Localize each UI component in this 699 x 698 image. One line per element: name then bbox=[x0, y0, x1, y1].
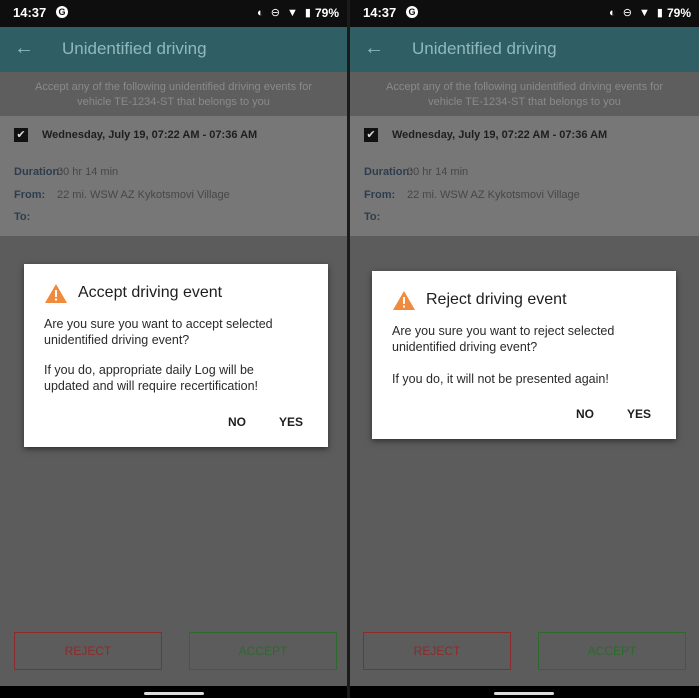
status-bar: 14:37 G ◐ ⊖ ▼ ▮ 79% bbox=[0, 0, 347, 27]
dialog-message-line2: unidentified driving event? bbox=[44, 333, 190, 347]
no-button[interactable]: NO bbox=[228, 415, 246, 429]
yes-button[interactable]: YES bbox=[279, 415, 303, 429]
from-label: From: bbox=[364, 189, 396, 201]
from-value: 22 mi. WSW AZ Kykotsmovi Village bbox=[407, 189, 580, 201]
from-label: From: bbox=[14, 189, 46, 201]
event-card[interactable]: ✔ Wednesday, July 19, 07:22 AM - 07:36 A… bbox=[0, 116, 347, 236]
reject-button[interactable]: REJECT bbox=[14, 632, 162, 670]
dialog-note-line2: updated and will require recertification… bbox=[44, 379, 259, 393]
right-screen: 14:37 G ◐ ⊖ ▼ ▮ 79% ← Unidentified drivi… bbox=[350, 0, 699, 698]
page-title: Unidentified driving bbox=[412, 39, 557, 58]
banner-line2: vehicle TE-1234-ST that belongs to you bbox=[77, 96, 270, 108]
dialog-message-line1: Are you sure you want to accept selected bbox=[44, 317, 273, 331]
dialog-message-line2: unidentified driving event? bbox=[392, 340, 538, 354]
dialog-message: Are you sure you want to reject selected… bbox=[392, 323, 614, 355]
to-label: To: bbox=[364, 211, 381, 223]
home-gesture-bar[interactable] bbox=[144, 692, 204, 695]
duration-value: 00 hr 14 min bbox=[57, 166, 119, 178]
event-card[interactable]: ✔ Wednesday, July 19, 07:22 AM - 07:36 A… bbox=[350, 116, 699, 236]
home-gesture-bar[interactable] bbox=[494, 692, 554, 695]
google-icon: G bbox=[56, 6, 68, 18]
banner-line1: Accept any of the following unidentified… bbox=[386, 81, 663, 93]
accept-button[interactable]: ACCEPT bbox=[538, 632, 686, 670]
dialog-title: Reject driving event bbox=[426, 291, 567, 308]
event-date: Wednesday, July 19, 07:22 AM - 07:36 AM bbox=[42, 129, 258, 141]
banner-line1: Accept any of the following unidentified… bbox=[35, 81, 312, 93]
no-button[interactable]: NO bbox=[576, 407, 594, 421]
to-label: To: bbox=[14, 211, 31, 223]
from-value: 22 mi. WSW AZ Kykotsmovi Village bbox=[57, 189, 230, 201]
yes-button[interactable]: YES bbox=[627, 407, 651, 421]
back-arrow-icon[interactable]: ← bbox=[364, 37, 384, 60]
page-title: Unidentified driving bbox=[62, 39, 207, 58]
status-time: 14:37 bbox=[13, 5, 47, 20]
event-checkbox[interactable]: ✔ bbox=[364, 128, 378, 142]
duration-label: Duration: bbox=[14, 166, 63, 178]
dialog-message: Are you sure you want to accept selected… bbox=[44, 316, 273, 348]
dialog-title: Accept driving event bbox=[78, 284, 223, 301]
battery-level: 79% bbox=[314, 6, 339, 20]
dialog-note-line1: If you do, appropriate daily Log will be bbox=[44, 363, 254, 377]
warning-icon bbox=[393, 291, 415, 310]
event-date: Wednesday, July 19, 07:22 AM - 07:36 AM bbox=[392, 129, 608, 141]
duration-label: Duration: bbox=[364, 166, 413, 178]
banner-line2: vehicle TE-1234-ST that belongs to you bbox=[428, 96, 621, 108]
battery-level: 79% bbox=[666, 6, 691, 20]
status-bar: 14:37 G ◐ ⊖ ▼ ▮ 79% bbox=[350, 0, 699, 27]
app-bar: ← Unidentified driving bbox=[350, 27, 699, 72]
app-bar: ← Unidentified driving bbox=[0, 27, 347, 72]
status-time: 14:37 bbox=[363, 5, 397, 20]
left-screen: 14:37 G ◐ ⊖ ▼ ▮ 79% ← Unidentified drivi… bbox=[0, 0, 347, 698]
instructions-banner: Accept any of the following unidentified… bbox=[350, 72, 699, 116]
duration-value: 00 hr 14 min bbox=[407, 166, 469, 178]
back-arrow-icon[interactable]: ← bbox=[14, 37, 34, 60]
dialog-note: If you do, appropriate daily Log will be… bbox=[44, 362, 258, 394]
nav-bar bbox=[350, 686, 699, 698]
reject-dialog: Reject driving event Are you sure you wa… bbox=[372, 271, 676, 439]
accept-dialog: Accept driving event Are you sure you wa… bbox=[24, 264, 328, 447]
nav-bar bbox=[0, 686, 347, 698]
warning-icon bbox=[45, 284, 67, 303]
dialog-message-line1: Are you sure you want to reject selected bbox=[392, 324, 615, 338]
dialog-note: If you do, it will not be presented agai… bbox=[392, 372, 609, 386]
status-icons: ◐ ⊖ ▼ ▮ bbox=[257, 7, 313, 19]
accept-button[interactable]: ACCEPT bbox=[189, 632, 337, 670]
reject-button[interactable]: REJECT bbox=[363, 632, 511, 670]
instructions-banner: Accept any of the following unidentified… bbox=[0, 72, 347, 116]
event-checkbox[interactable]: ✔ bbox=[14, 128, 28, 142]
google-icon: G bbox=[406, 6, 418, 18]
status-icons: ◐ ⊖ ▼ ▮ bbox=[609, 7, 665, 19]
